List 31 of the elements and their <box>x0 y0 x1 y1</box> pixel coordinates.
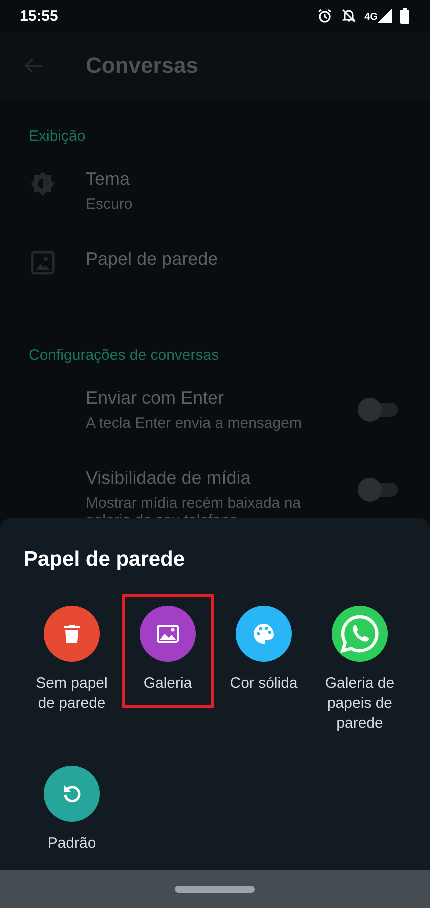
option-label: Cor sólida <box>229 674 299 694</box>
toggle-switch[interactable] <box>358 478 398 502</box>
palette-icon <box>253 623 275 645</box>
signal-icon <box>378 9 392 23</box>
option-label: Sem papel de parede <box>35 674 109 714</box>
setting-title[interactable]: Tema <box>86 169 430 190</box>
sheet-title: Papel de parede <box>23 547 186 573</box>
home-handle[interactable] <box>175 886 255 892</box>
battery-icon <box>400 8 410 24</box>
toggle-switch[interactable] <box>358 398 398 422</box>
image-icon <box>157 625 179 643</box>
option-label: Galeria de papeis de parede <box>324 674 396 734</box>
muted-bell-icon <box>340 8 357 24</box>
brightness-icon <box>30 171 56 197</box>
chat-phone-icon <box>339 613 381 655</box>
alarm-icon <box>316 8 333 24</box>
trash-icon <box>64 625 80 643</box>
setting-title[interactable]: Visibilidade de mídia <box>86 468 358 489</box>
screen-title: Conversas <box>86 53 199 79</box>
status-time: 15:55 <box>20 8 58 24</box>
reset-icon <box>61 783 83 805</box>
setting-subtitle: A tecla Enter envia a mensagem <box>86 415 303 432</box>
setting-title[interactable]: Enviar com Enter <box>86 388 358 409</box>
option-label: Galeria <box>142 674 194 694</box>
network-label: 4G <box>364 12 378 23</box>
section-header: Exibição <box>28 128 87 145</box>
setting-subtitle: Escuro <box>86 196 134 213</box>
option-label: Padrão <box>46 834 98 854</box>
section-header: Configurações de conversas <box>28 347 220 364</box>
image-icon <box>31 251 55 275</box>
setting-title[interactable]: Papel de parede <box>86 249 430 270</box>
